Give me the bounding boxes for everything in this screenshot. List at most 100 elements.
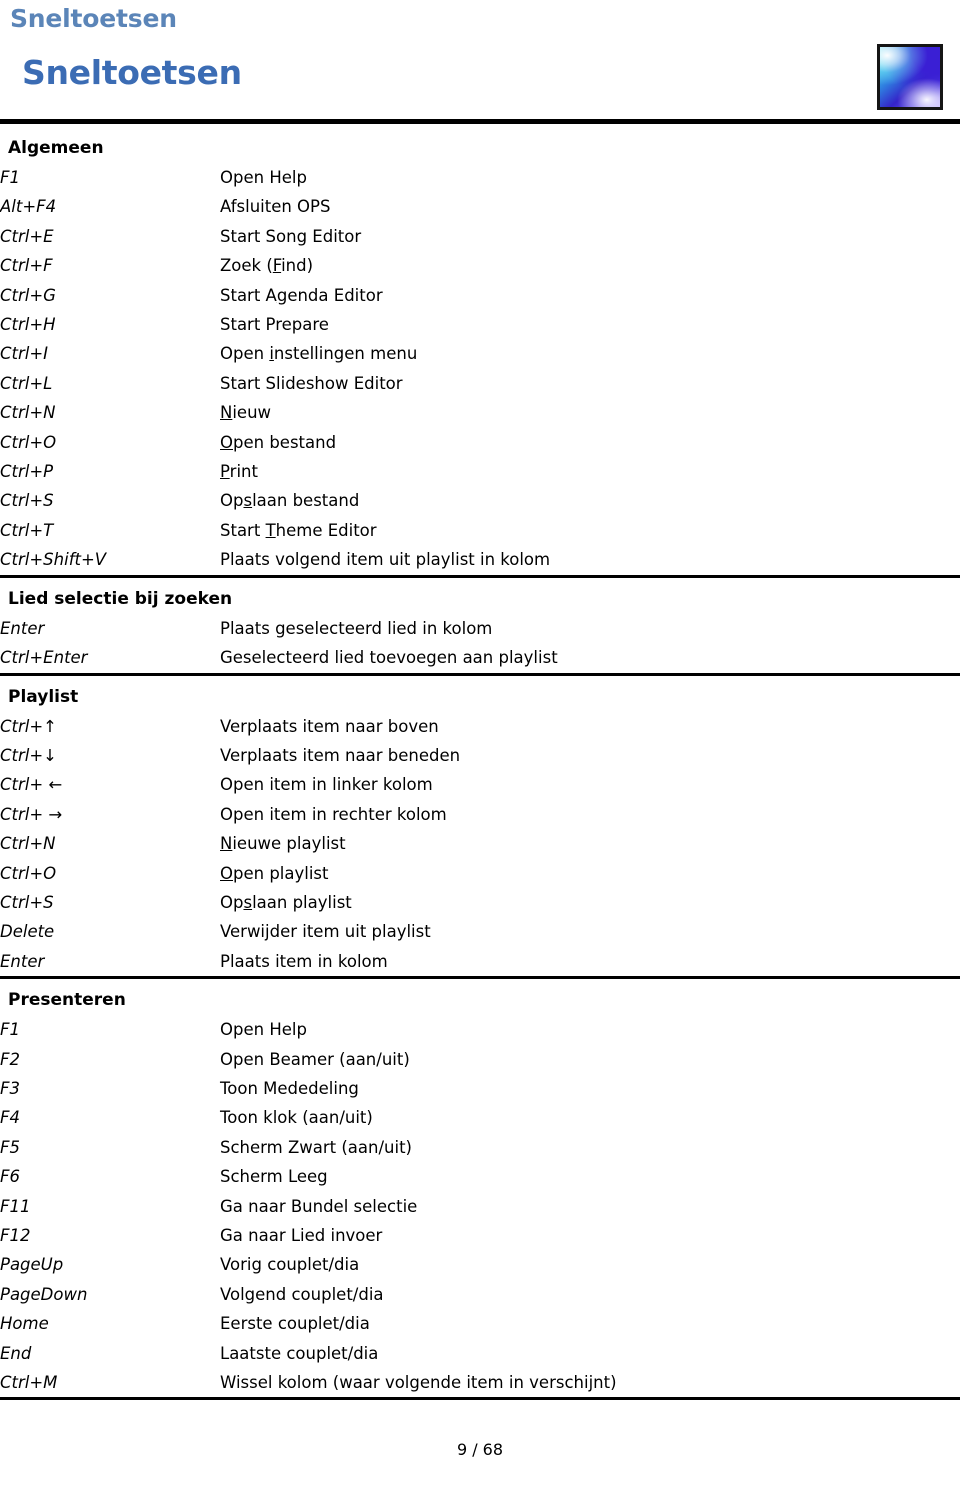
table-row: F12 Ga naar Lied invoer <box>0 1221 960 1250</box>
table-row: PageUp Vorig couplet/dia <box>0 1250 960 1279</box>
shortcut-description: Verplaats item naar boven <box>220 716 439 736</box>
shortcut-description: Geselecteerd lied toevoegen aan playlist <box>220 648 558 668</box>
shortcut-description: Toon klok (aan/uit) <box>220 1108 373 1128</box>
table-row: PageDown Volgend couplet/dia <box>0 1280 960 1309</box>
shortcut-key: Ctrl+F <box>0 256 53 276</box>
table-row: F1 Open Help <box>0 163 960 192</box>
shortcut-description: Open instellingen menu <box>220 344 418 364</box>
mnemonic-letter: s <box>243 491 253 511</box>
document-header: Sneltoetsen Sneltoetsen <box>0 0 960 124</box>
table-row: Ctrl+Enter Geselecteerd lied toevoegen aa… <box>0 643 960 672</box>
shortcut-description: Open Help <box>220 168 307 187</box>
shortcut-key: Ctrl+T <box>0 520 54 540</box>
table-row: Ctrl+↓ Verplaats item naar beneden <box>0 741 960 770</box>
table-row: F2 Open Beamer (aan/uit) <box>0 1045 960 1074</box>
shortcut-key: Ctrl+L <box>0 373 53 393</box>
table-row: Ctrl+M Wissel kolom (waar volgende item i… <box>0 1368 960 1397</box>
shortcut-description: Opslaan bestand <box>220 491 360 511</box>
table-row: Ctrl+N Nieuwe playlist <box>0 829 960 858</box>
section-algemeen: Algemeen F1 Open Help Alt+F4 Afsluiten OPS Ct… <box>0 134 960 585</box>
shortcut-key: Ctrl+↓ <box>0 745 58 765</box>
table-row: Enter Plaats item in kolom <box>0 947 960 976</box>
shortcut-description: Laatste couplet/dia <box>220 1343 379 1363</box>
shortcut-key: Ctrl+ → <box>0 804 63 824</box>
shortcut-key: Enter <box>0 951 45 971</box>
mnemonic-letter: O <box>220 863 233 883</box>
shortcut-description: Zoek (Find) <box>220 256 314 276</box>
table-row: F6 Scherm Leeg <box>0 1162 960 1191</box>
shortcut-key: Ctrl+S <box>0 491 54 511</box>
shortcut-table: Enter Plaats geselecteerd lied in kolom Ct… <box>0 614 960 673</box>
shortcut-key: Ctrl+G <box>0 285 56 305</box>
table-row: Ctrl+Shift+V Plaats volgend item uit play… <box>0 545 960 574</box>
shortcut-key: End <box>0 1343 32 1363</box>
shortcut-key: F6 <box>0 1167 20 1187</box>
shortcut-description: Print <box>220 462 258 482</box>
shortcut-key: Enter <box>0 618 45 638</box>
shortcut-description: Volgend couplet/dia <box>220 1284 384 1304</box>
shortcut-description: Vorig couplet/dia <box>220 1255 360 1275</box>
shortcut-table: Ctrl+↑ Verplaats item naar boven Ctrl+↓ Ver… <box>0 712 960 977</box>
table-row: Ctrl+T Start Theme Editor <box>0 516 960 545</box>
running-header-title: Sneltoetsen <box>10 4 177 33</box>
shortcut-description: Start Song Editor <box>220 226 362 246</box>
shortcut-key: Delete <box>0 922 55 942</box>
shortcut-sections: Algemeen F1 Open Help Alt+F4 Afsluiten OPS Ct… <box>0 134 960 1407</box>
section-heading: Playlist <box>8 686 79 707</box>
mnemonic-letter: T <box>265 520 276 540</box>
shortcut-key: F12 <box>0 1226 31 1245</box>
shortcut-table: F1 Open Help Alt+F4 Afsluiten OPS Ctrl+E Star… <box>0 163 960 575</box>
table-row: Ctrl+F Zoek (Find) <box>0 251 960 280</box>
shortcut-key: Ctrl+↑ <box>0 716 58 736</box>
table-row: Ctrl+O Open playlist <box>0 859 960 888</box>
shortcut-description: Wissel kolom (waar volgende item in vers… <box>220 1373 617 1393</box>
shortcut-key: Ctrl+N <box>0 834 56 854</box>
table-row: Ctrl+ → Open item in rechter kolom <box>0 800 960 829</box>
shortcut-description: Afsluiten OPS <box>220 197 331 217</box>
shortcut-description: Toon Mededeling <box>220 1078 359 1098</box>
shortcut-key: F2 <box>0 1049 20 1069</box>
shortcut-description: Ga naar Lied invoer <box>220 1226 383 1245</box>
table-row: Ctrl+H Start Prepare <box>0 310 960 339</box>
shortcut-description: Start Theme Editor <box>220 520 377 540</box>
shortcut-description: Plaats volgend item uit playlist in kolo… <box>220 550 551 570</box>
mnemonic-letter: P <box>220 462 230 482</box>
table-row: F11 Ga naar Bundel selectie <box>0 1192 960 1221</box>
table-row: Ctrl+S Opslaan playlist <box>0 888 960 917</box>
shortcut-description: Nieuwe playlist <box>220 834 346 854</box>
page-title: Sneltoetsen <box>22 53 242 92</box>
section-heading: Presenteren <box>8 990 126 1011</box>
shortcut-description: Start Prepare <box>220 315 329 335</box>
page-number: 9 / 68 <box>456 1440 504 1459</box>
shortcut-table: F1 Open Help F2 Open Beamer (aan/uit) F3 Toon… <box>0 1015 960 1397</box>
shortcut-key: F11 <box>0 1196 31 1216</box>
shortcut-description: Plaats geselecteerd lied in kolom <box>220 618 493 638</box>
table-row: Alt+F4 Afsluiten OPS <box>0 192 960 221</box>
shortcut-key: Ctrl+E <box>0 226 54 246</box>
section-presenteren: Presenteren F1 Open Help F2 Open Beamer (aan… <box>0 986 960 1407</box>
shortcut-key: Ctrl+H <box>0 315 56 335</box>
shortcut-key: F3 <box>0 1078 20 1098</box>
table-row: Ctrl+↑ Verplaats item naar boven <box>0 712 960 741</box>
shortcut-key: PageDown <box>0 1284 88 1304</box>
table-row: Ctrl+L Start Slideshow Editor <box>0 369 960 398</box>
shortcut-description: Eerste couplet/dia <box>220 1314 370 1334</box>
table-row: Ctrl+ ← Open item in linker kolom <box>0 770 960 799</box>
shortcut-key: Ctrl+I <box>0 344 49 364</box>
table-row: F4 Toon klok (aan/uit) <box>0 1103 960 1132</box>
table-row: Enter Plaats geselecteerd lied in kolom <box>0 614 960 643</box>
section-heading: Algemeen <box>8 138 104 158</box>
shortcut-key: Home <box>0 1314 49 1334</box>
shortcut-key: Ctrl+M <box>0 1373 58 1393</box>
table-row: End Laatste couplet/dia <box>0 1339 960 1368</box>
app-logo-gradient-swirl-icon <box>877 44 943 110</box>
shortcut-key: F1 <box>0 1020 20 1040</box>
shortcut-description: Opslaan playlist <box>220 892 352 912</box>
shortcut-key: PageUp <box>0 1255 64 1275</box>
header-divider <box>0 119 960 124</box>
mnemonic-letter: F <box>272 256 282 276</box>
document-footer: 9 / 68 <box>0 1440 960 1459</box>
section-lied-selectie-bij-zoeken: Lied selectie bij zoeken Enter Plaats gese… <box>0 585 960 683</box>
table-row: Ctrl+G Start Agenda Editor <box>0 281 960 310</box>
